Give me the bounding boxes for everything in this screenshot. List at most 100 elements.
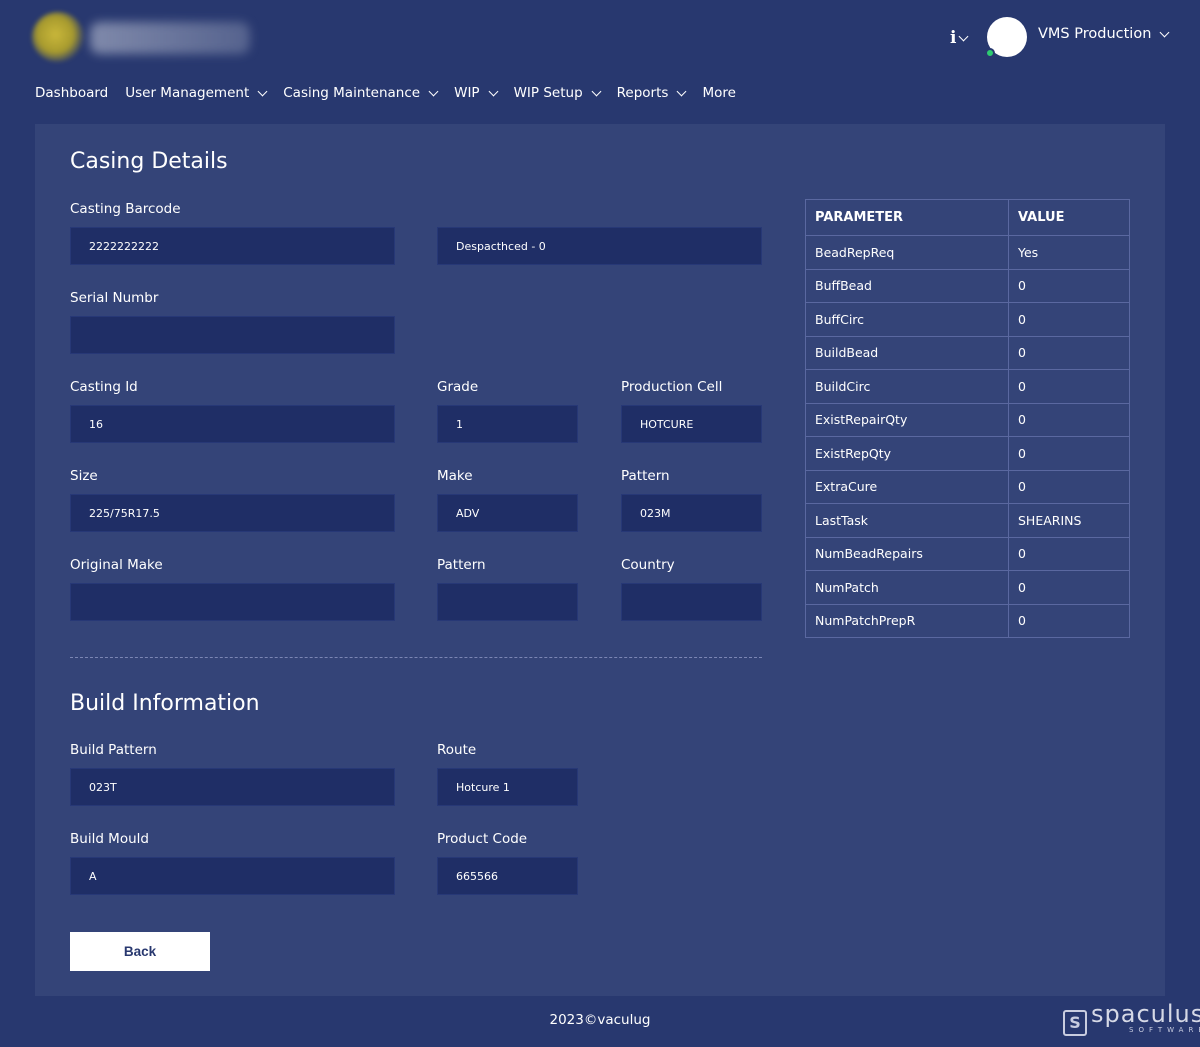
parameter-cell: BuffBead <box>805 268 1009 303</box>
chevron-down-icon <box>1159 27 1170 37</box>
table-row: LastTask SHEARINS <box>805 503 1130 538</box>
table-row: ExtraCure 0 <box>805 469 1130 504</box>
production-cell-label: Production Cell <box>621 379 723 395</box>
logo-emblem <box>32 12 84 62</box>
value-cell: 0 <box>1008 335 1130 370</box>
nav-item-wip[interactable]: WIP <box>454 85 499 101</box>
chevron-down-icon <box>676 86 687 96</box>
serial-number-field[interactable] <box>70 316 395 354</box>
country-label: Country <box>621 557 675 573</box>
table-row: BuildBead 0 <box>805 335 1130 370</box>
parameter-cell: BuildCirc <box>805 369 1009 404</box>
top-header: i VMS Production <box>0 0 1200 75</box>
chevron-down-icon <box>488 86 499 96</box>
parameter-cell: ExtraCure <box>805 469 1009 504</box>
product-code-field[interactable]: 665566 <box>437 857 578 895</box>
pattern-field[interactable]: 023M <box>621 494 762 532</box>
country-field[interactable] <box>621 583 762 621</box>
chevron-down-icon <box>591 86 602 96</box>
casting-id-field[interactable]: 16 <box>70 405 395 443</box>
info-menu[interactable]: i <box>950 28 978 48</box>
logo-wordmark <box>90 22 250 54</box>
parameter-cell: LastTask <box>805 503 1009 538</box>
footer-copyright: 2023©vaculug <box>549 1012 651 1028</box>
make-label: Make <box>437 468 473 484</box>
original-pattern-field[interactable] <box>437 583 578 621</box>
casing-details-panel: Casing Details Casting Barcode 222222222… <box>35 124 1165 996</box>
casting-barcode-label: Casting Barcode <box>70 201 181 217</box>
value-column-header: VALUE <box>1008 199 1130 236</box>
table-header-row: PARAMETER VALUE <box>805 199 1130 236</box>
chevron-down-icon <box>959 31 969 41</box>
parameter-cell: ExistRepairQty <box>805 402 1009 437</box>
value-cell: 0 <box>1008 603 1130 638</box>
section-divider <box>70 657 762 658</box>
table-row: NumPatch 0 <box>805 570 1130 605</box>
grade-field[interactable]: 1 <box>437 405 578 443</box>
nav-item-label: Casing Maintenance <box>283 85 421 101</box>
spaculus-s-icon: S <box>1063 1010 1087 1036</box>
build-mould-label: Build Mould <box>70 831 149 847</box>
value-cell: Yes <box>1008 235 1130 270</box>
nav-item-casing-maintenance[interactable]: Casing Maintenance <box>283 85 439 101</box>
user-name: VMS Production <box>1038 26 1152 42</box>
dispatch-status-field[interactable]: Despacthced - 0 <box>437 227 762 265</box>
build-mould-field[interactable]: A <box>70 857 395 895</box>
build-pattern-field[interactable]: 023T <box>70 768 395 806</box>
parameter-cell: NumPatchPrepR <box>805 603 1009 638</box>
production-cell-field[interactable]: HOTCURE <box>621 405 762 443</box>
value-cell: SHEARINS <box>1008 503 1130 538</box>
nav-item-user-management[interactable]: User Management <box>125 85 268 101</box>
parameter-cell: BuffCirc <box>805 302 1009 337</box>
nav-item-label: WIP <box>454 85 480 101</box>
make-field[interactable]: ADV <box>437 494 578 532</box>
chevron-down-icon <box>428 86 439 96</box>
table-row: ExistRepairQty 0 <box>805 402 1130 437</box>
size-label: Size <box>70 468 98 484</box>
info-icon: i <box>950 28 957 48</box>
avatar[interactable] <box>985 17 1027 58</box>
table-row: BuffCirc 0 <box>805 302 1130 337</box>
value-cell: 0 <box>1008 436 1130 471</box>
main-nav: Dashboard User Management Casing Mainten… <box>35 83 753 103</box>
nav-item-wip-setup[interactable]: WIP Setup <box>513 85 602 101</box>
nav-item-label: WIP Setup <box>513 85 583 101</box>
route-field[interactable]: Hotcure 1 <box>437 768 578 806</box>
casing-details-title: Casing Details <box>70 149 228 174</box>
parameter-cell: NumPatch <box>805 570 1009 605</box>
parameter-cell: BeadRepReq <box>805 235 1009 270</box>
value-cell: 0 <box>1008 536 1130 571</box>
nav-item-dashboard[interactable]: Dashboard <box>35 85 108 101</box>
parameter-column-header: PARAMETER <box>805 199 1009 236</box>
route-label: Route <box>437 742 477 758</box>
online-status-dot <box>985 48 995 58</box>
chevron-down-icon <box>257 86 268 96</box>
nav-item-label: More <box>702 85 736 101</box>
table-row: NumPatchPrepR 0 <box>805 603 1130 638</box>
casting-barcode-field[interactable]: 2222222222 <box>70 227 395 265</box>
original-make-field[interactable] <box>70 583 395 621</box>
table-row: BeadRepReq Yes <box>805 235 1130 270</box>
value-cell: 0 <box>1008 402 1130 437</box>
value-cell: 0 <box>1008 570 1130 605</box>
back-button[interactable]: Back <box>70 932 210 971</box>
nav-item-more[interactable]: More <box>702 85 735 101</box>
value-cell: 0 <box>1008 369 1130 404</box>
grade-label: Grade <box>437 379 479 395</box>
pattern-label: Pattern <box>621 468 670 484</box>
table-row: NumBeadRepairs 0 <box>805 536 1130 571</box>
size-field[interactable]: 225/75R17.5 <box>70 494 395 532</box>
brand-subtitle: SOFTWARE <box>1129 1026 1200 1034</box>
parameter-cell: NumBeadRepairs <box>805 536 1009 571</box>
spaculus-brand-logo[interactable]: S spaculus SOFTWARE <box>1063 1000 1200 1038</box>
table-row: ExistRepQty 0 <box>805 436 1130 471</box>
parameters-table: PARAMETER VALUE BeadRepReq Yes BuffBead 0 … <box>805 199 1130 638</box>
value-cell: 0 <box>1008 302 1130 337</box>
product-code-label: Product Code <box>437 831 528 847</box>
build-pattern-label: Build Pattern <box>70 742 157 758</box>
company-logo[interactable] <box>32 12 250 62</box>
build-information-title: Build Information <box>70 691 260 716</box>
nav-item-reports[interactable]: Reports <box>617 85 687 101</box>
user-menu[interactable]: VMS Production <box>1038 26 1170 42</box>
table-row: BuildCirc 0 <box>805 369 1130 404</box>
